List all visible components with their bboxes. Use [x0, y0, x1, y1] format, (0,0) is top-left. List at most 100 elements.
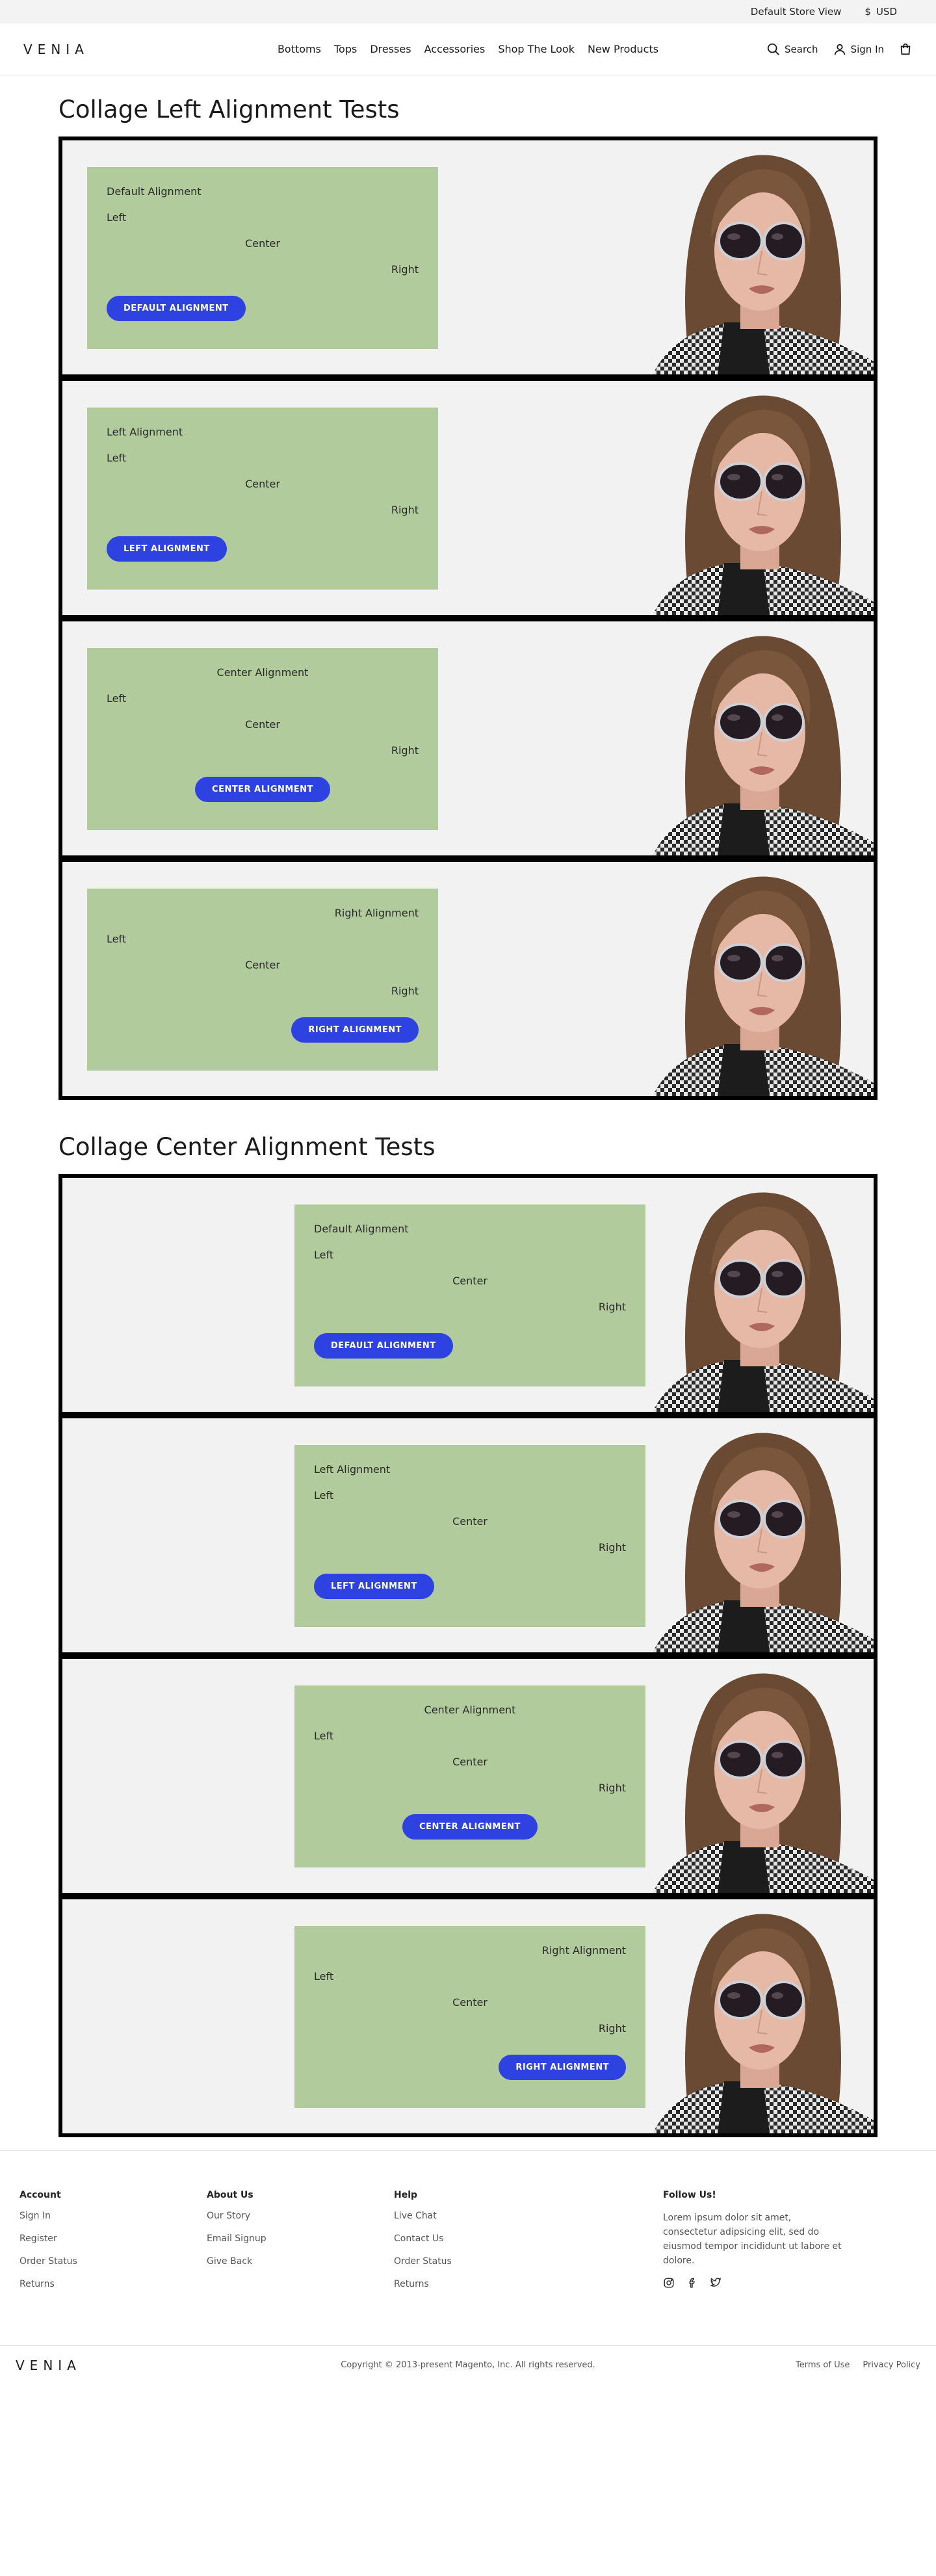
text-center: Center [452, 1756, 488, 1768]
twitter-icon[interactable] [710, 2277, 722, 2289]
text-left: Left [314, 1489, 334, 1502]
store-switcher-bar: Default Store View $ USD [0, 0, 936, 23]
facebook-icon[interactable] [686, 2277, 698, 2289]
text-center: Center [245, 718, 280, 731]
text-right: Right [391, 504, 419, 516]
nav-shop-the-look[interactable]: Shop The Look [498, 43, 575, 55]
nav-dresses[interactable]: Dresses [370, 43, 411, 55]
footer-follow-text: Lorem ipsum dolor sit amet, consectetur … [663, 2213, 842, 2266]
footer-heading: Account [20, 2190, 61, 2200]
store-switcher[interactable]: Default Store View [751, 6, 842, 18]
cart-icon [900, 43, 911, 55]
footer-bottom-bar: VENIA Copyright © 2013-present Magento, … [0, 2345, 936, 2384]
left-alignment-button[interactable]: LEFT ALIGNMENT [107, 536, 227, 562]
model-portrait [614, 621, 874, 855]
text-right: Right [598, 1301, 626, 1313]
content-panel: Center Alignment Left Center Right CENTE… [294, 1685, 645, 1867]
panel-heading: Right Alignment [334, 907, 419, 919]
footer-link-give-back[interactable]: Give Back [207, 2256, 394, 2279]
text-left: Left [107, 692, 127, 705]
footer-heading: Help [394, 2190, 418, 2200]
footer-link-sign-in[interactable]: Sign In [20, 2211, 207, 2233]
logo-text: VENIA [23, 41, 89, 57]
footer-link-contact-us[interactable]: Contact Us [394, 2233, 581, 2256]
text-center: Center [452, 1996, 488, 2009]
right-alignment-button[interactable]: RIGHT ALIGNMENT [499, 2055, 626, 2080]
text-left: Left [314, 1249, 334, 1261]
search-button[interactable]: Search [766, 42, 818, 57]
text-right: Right [391, 985, 419, 997]
model-portrait [614, 1659, 874, 1893]
text-center: Center [245, 237, 280, 250]
nav-accessories[interactable]: Accessories [424, 43, 486, 55]
search-icon [767, 43, 779, 55]
section-title-center: Collage Center Alignment Tests [58, 1133, 436, 1161]
section-title-left: Collage Left Alignment Tests [58, 96, 400, 124]
terms-of-use-link[interactable]: Terms of Use [796, 2360, 850, 2370]
collage-row: Left Alignment Left Center Right LEFT AL… [62, 1418, 874, 1652]
text-left: Left [107, 211, 127, 224]
nav-new-products[interactable]: New Products [588, 43, 658, 55]
site-footer: Account Sign In Register Order Status Re… [0, 2150, 936, 2345]
model-portrait [614, 381, 874, 615]
collage-left-alignment: Default Alignment Left Center Right DEFA… [58, 137, 878, 1100]
footer-link-live-chat[interactable]: Live Chat [394, 2211, 581, 2233]
currency-symbol: $ [864, 6, 871, 18]
panel-heading: Right Alignment [541, 1944, 626, 1957]
footer-link-returns[interactable]: Returns [20, 2279, 207, 2302]
footer-about: About Us Our Story Email Signup Give Bac… [207, 2190, 394, 2302]
collage-row: Right Alignment Left Center Right RIGHT … [62, 1899, 874, 2133]
text-center: Center [452, 1275, 488, 1287]
panel-heading: Center Alignment [424, 1704, 516, 1716]
footer-link-register[interactable]: Register [20, 2233, 207, 2256]
privacy-policy-link[interactable]: Privacy Policy [863, 2360, 920, 2370]
instagram-icon[interactable] [663, 2277, 675, 2289]
footer-link-order-status[interactable]: Order Status [394, 2256, 581, 2279]
footer-help: Help Live Chat Contact Us Order Status R… [394, 2190, 581, 2302]
text-left: Left [107, 933, 127, 945]
text-center: Center [245, 478, 280, 490]
currency-switcher[interactable]: $ USD [864, 6, 897, 18]
text-right: Right [391, 744, 419, 757]
right-alignment-button[interactable]: RIGHT ALIGNMENT [291, 1017, 419, 1043]
text-left: Left [107, 452, 127, 464]
default-alignment-button[interactable]: DEFAULT ALIGNMENT [107, 296, 246, 321]
nav-bottoms[interactable]: Bottoms [278, 43, 321, 55]
footer-link-order-status[interactable]: Order Status [20, 2256, 207, 2279]
footer-account: Account Sign In Register Order Status Re… [20, 2190, 207, 2302]
model-portrait [614, 1178, 874, 1412]
content-panel: Left Alignment Left Center Right LEFT AL… [87, 408, 438, 590]
site-header: VENIA Bottoms Tops Dresses Accessories S… [0, 23, 936, 75]
default-alignment-button[interactable]: DEFAULT ALIGNMENT [314, 1333, 453, 1359]
text-right: Right [598, 1782, 626, 1794]
cart-button[interactable] [898, 42, 913, 57]
venia-logo[interactable]: VENIA [23, 42, 89, 57]
footer-link-email-signup[interactable]: Email Signup [207, 2233, 394, 2256]
text-center: Center [452, 1515, 488, 1528]
collage-row: Right Alignment Left Center Right RIGHT … [62, 862, 874, 1096]
panel-heading: Default Alignment [107, 185, 202, 198]
footer-link-our-story[interactable]: Our Story [207, 2211, 394, 2233]
collage-row: Default Alignment Left Center Right DEFA… [62, 1178, 874, 1412]
model-portrait [614, 1418, 874, 1652]
footer-logo[interactable]: VENIA [16, 2358, 81, 2373]
model-portrait [614, 1899, 874, 2133]
content-panel: Right Alignment Left Center Right RIGHT … [87, 889, 438, 1071]
nav-tops[interactable]: Tops [334, 43, 357, 55]
collage-center-alignment: Default Alignment Left Center Right DEFA… [58, 1174, 878, 2137]
center-alignment-button[interactable]: CENTER ALIGNMENT [195, 777, 330, 802]
text-left: Left [314, 1730, 334, 1742]
panel-heading: Left Alignment [314, 1463, 391, 1476]
currency-code: USD [876, 6, 897, 18]
sign-in-button[interactable]: Sign In [833, 42, 884, 57]
text-right: Right [598, 1541, 626, 1554]
center-alignment-button[interactable]: CENTER ALIGNMENT [402, 1814, 538, 1840]
panel-heading: Default Alignment [314, 1223, 409, 1235]
header-actions: Search Sign In [766, 42, 913, 57]
text-right: Right [598, 2022, 626, 2035]
content-panel: Left Alignment Left Center Right LEFT AL… [294, 1445, 645, 1627]
left-alignment-button[interactable]: LEFT ALIGNMENT [314, 1574, 434, 1599]
footer-link-returns[interactable]: Returns [394, 2279, 581, 2302]
text-left: Left [314, 1970, 334, 1983]
text-center: Center [245, 959, 280, 971]
